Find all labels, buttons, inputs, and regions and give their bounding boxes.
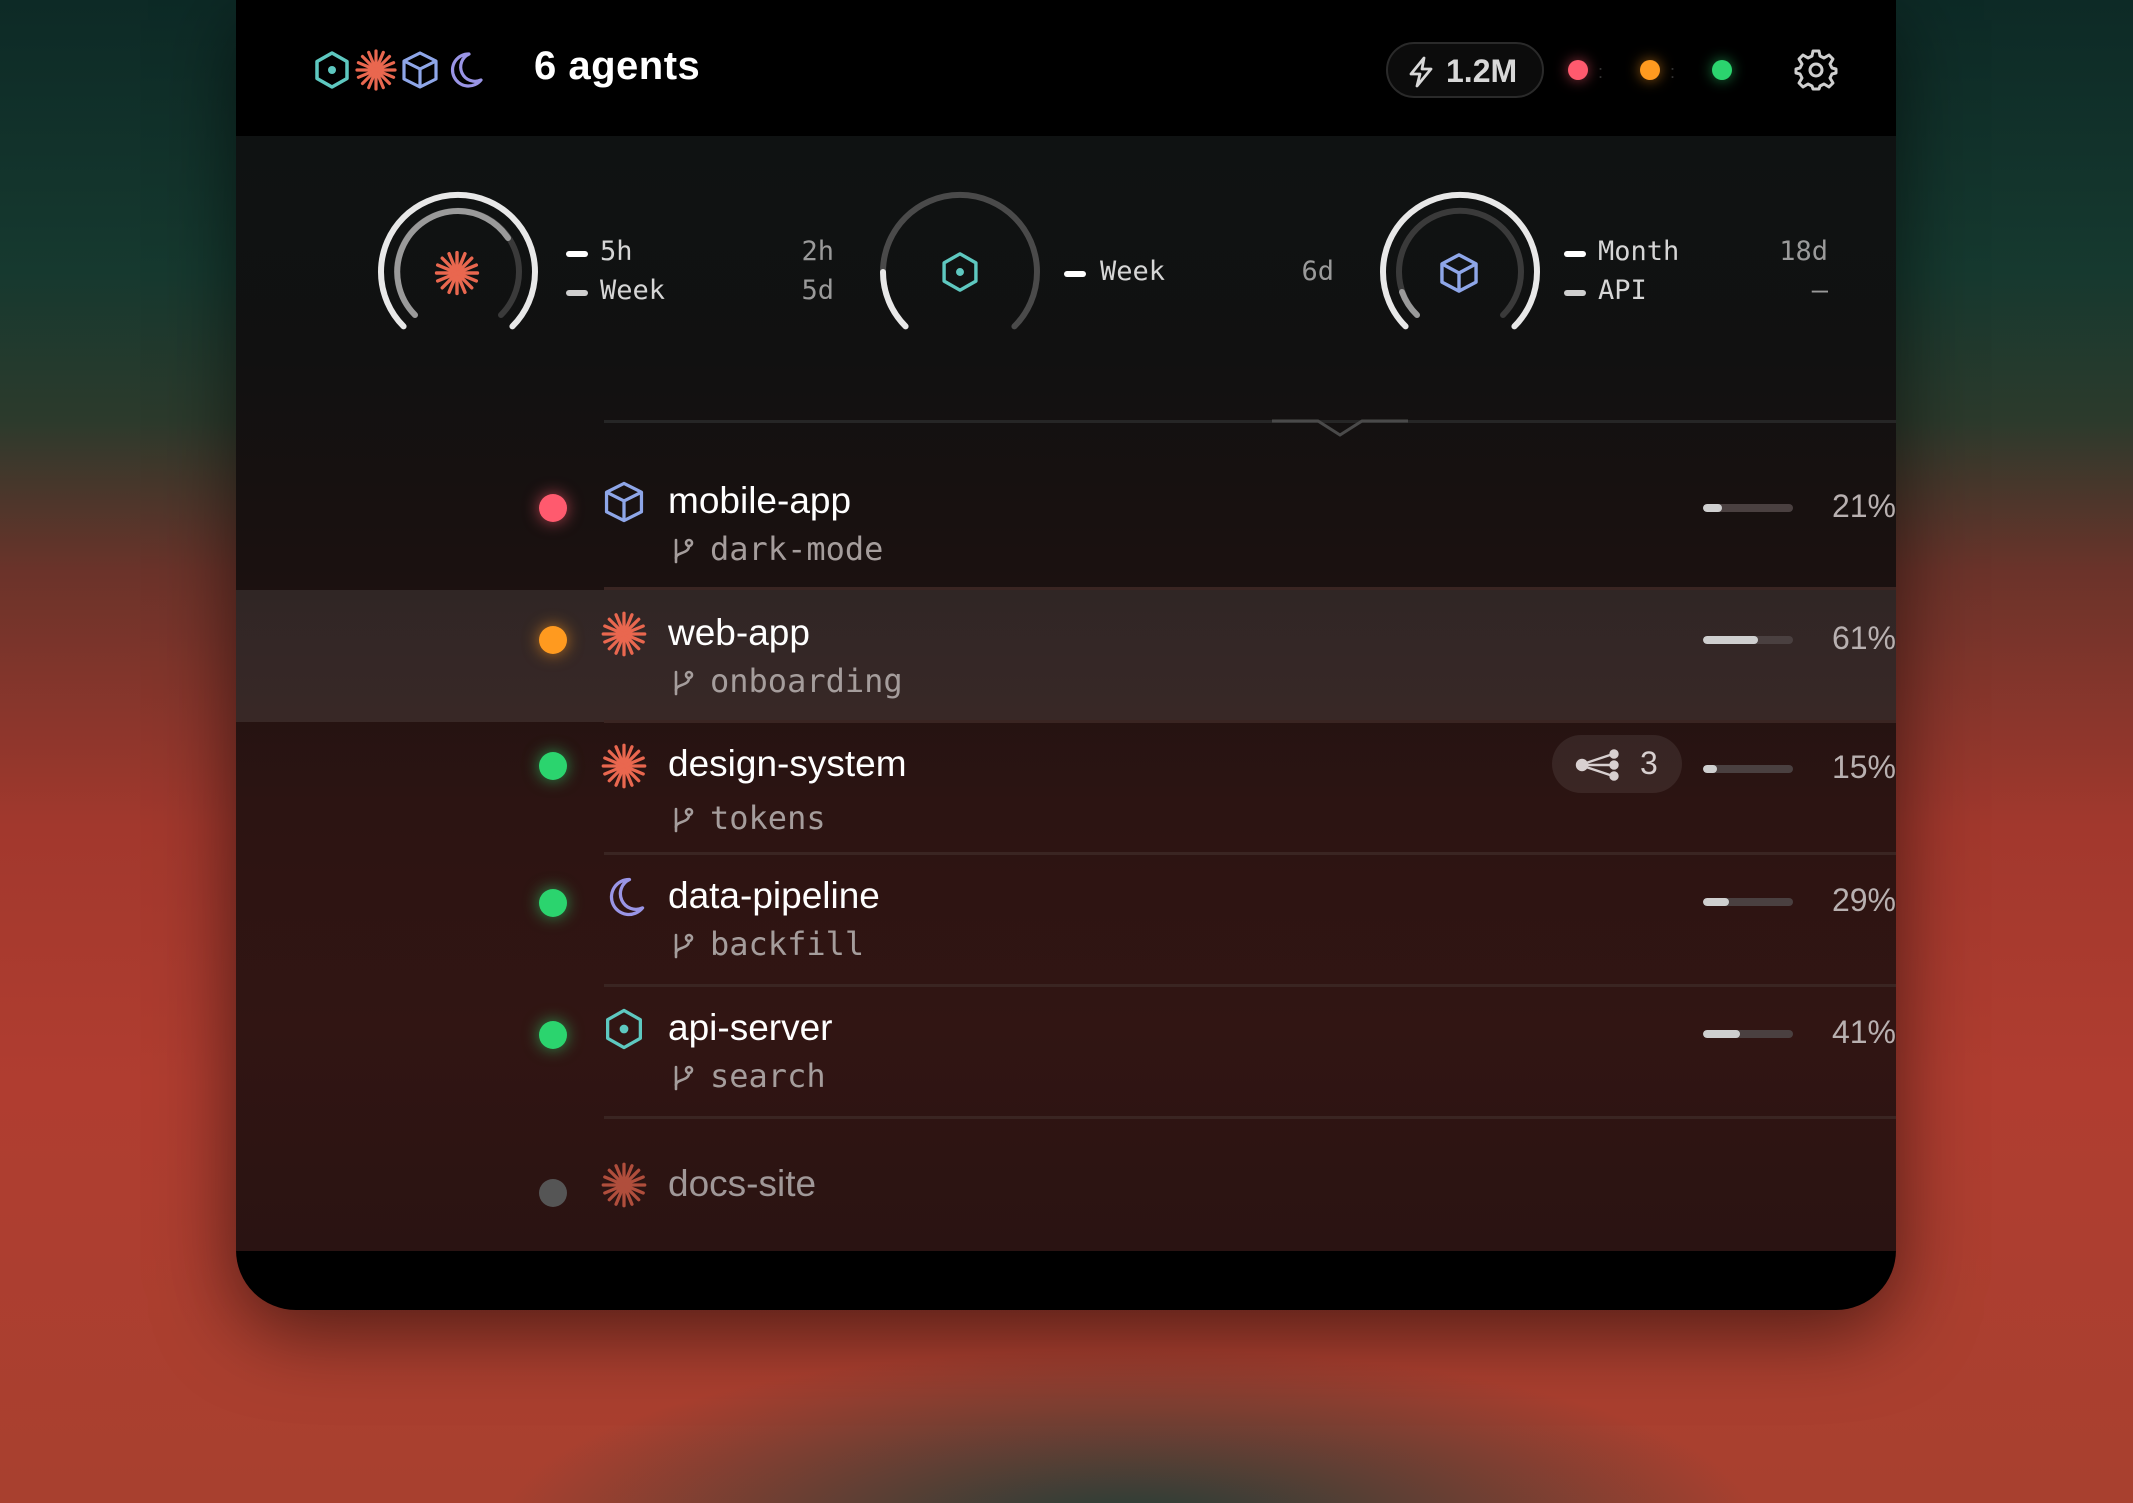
agent-row-idle[interactable]: docs-site 5m (236, 1119, 1896, 1251)
subagent-count: 3 (1640, 745, 1658, 781)
agents-count-title: 6 agents (534, 44, 701, 88)
usage-label: Week (600, 275, 666, 306)
status-ok-dot (1712, 60, 1732, 80)
agent-row[interactable]: api-server search 41% 45s (236, 987, 1896, 1119)
asterisk-icon (601, 743, 647, 789)
token-usage-pill[interactable]: 1.2M (1386, 42, 1544, 98)
progress-fill (1703, 636, 1758, 644)
progress-fill (1703, 898, 1730, 906)
usage-value: 18d (1779, 236, 1828, 267)
progress-percent: 15% (1831, 749, 1896, 785)
cube-icon (402, 51, 438, 89)
hexagon-icon (606, 1008, 642, 1050)
legend-dash (566, 290, 588, 296)
section-divider (604, 420, 1896, 423)
hexagon-icon (315, 51, 349, 89)
status-dot (539, 626, 567, 654)
usage-value: 6d (1301, 256, 1334, 287)
status-dot (539, 1021, 567, 1049)
legend-dash (1064, 271, 1086, 277)
progress-fill (1703, 1030, 1740, 1038)
progress-fill (1703, 765, 1717, 773)
progress-bar (1703, 1030, 1793, 1038)
agents-panel: 6 agents 1.2M : : 5h 2h Week 5d Week 6d … (236, 0, 1896, 1310)
asterisk-icon (601, 1162, 647, 1208)
status-dot (539, 889, 567, 917)
git-branch-icon (674, 933, 694, 959)
git-branch-icon (674, 1065, 694, 1091)
progress-percent: 29% (1831, 882, 1896, 918)
legend-dash (566, 251, 588, 257)
status-dot (539, 494, 567, 522)
status-warning-dot (1640, 60, 1660, 80)
status-separator: : (1670, 62, 1676, 82)
progress-bar (1703, 765, 1793, 773)
gear-icon[interactable] (1794, 48, 1838, 92)
agent-row[interactable]: data-pipeline backfill 29% 20s (236, 855, 1896, 987)
token-count: 1.2M (1446, 53, 1518, 89)
progress-fill (1703, 504, 1722, 512)
agent-name: mobile-app (668, 480, 852, 521)
usage-label: 5h (600, 236, 633, 267)
usage-value: — (1811, 275, 1828, 306)
moon-icon (450, 52, 483, 88)
agent-name: design-system (668, 743, 907, 784)
progress-bar (1703, 636, 1793, 644)
status-dot (539, 752, 567, 780)
usage-value: 2h (801, 236, 834, 267)
progress-percent: 61% (1831, 620, 1896, 656)
asterisk-icon (601, 611, 647, 657)
legend-dash (1564, 290, 1586, 296)
agent-row-selected[interactable]: web-app onboarding 61% 6m (236, 590, 1896, 722)
hexagon-icon (942, 252, 978, 292)
moon-icon (609, 877, 645, 917)
git-branch-icon (674, 538, 694, 564)
cube-icon (1440, 253, 1478, 293)
panel-header: 6 agents 1.2M : : (236, 0, 1896, 136)
asterisk-icon (434, 250, 480, 296)
progress-percent: 21% (1831, 488, 1896, 524)
git-branch-icon (674, 807, 694, 833)
git-branch-icon (674, 670, 694, 696)
chevron-down-icon[interactable] (1272, 418, 1408, 444)
agent-name: data-pipeline (668, 875, 880, 916)
status-separator: : (1598, 62, 1604, 82)
cube-icon (604, 481, 644, 523)
asterisk-icon (355, 49, 397, 91)
progress-bar (1703, 504, 1793, 512)
usage-value: 5d (801, 275, 834, 306)
agent-row[interactable]: mobile-app dark-mode 21% 12s (236, 458, 1896, 590)
progress-bar (1703, 898, 1793, 906)
status-dot (539, 1179, 567, 1207)
legend-dash (1564, 251, 1586, 257)
agent-name: docs-site (668, 1163, 817, 1204)
status-error-dot (1568, 60, 1588, 80)
agent-name: api-server (668, 1007, 833, 1048)
progress-percent: 41% (1831, 1014, 1896, 1050)
subagents-tree-icon (1575, 749, 1619, 781)
usage-label: Week (1100, 256, 1166, 287)
lightning-icon (1409, 56, 1433, 88)
subagents-badge[interactable]: 3 (1552, 735, 1682, 793)
usage-label: Month (1598, 236, 1680, 267)
usage-label: API (1598, 275, 1647, 306)
agent-name: web-app (668, 612, 810, 653)
